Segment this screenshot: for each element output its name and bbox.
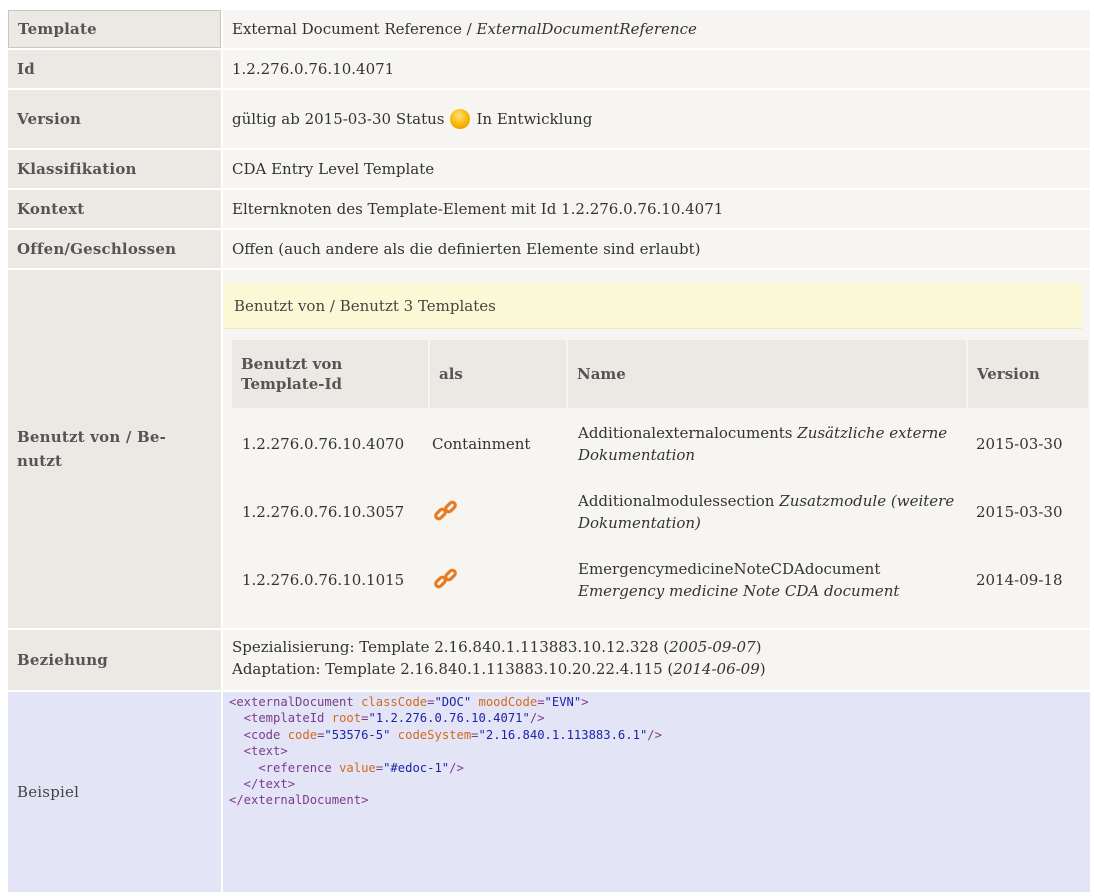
id-value: 1.2.276.0.76.10.4071 [223,50,1090,88]
row-klassifikation: Klassifikation CDA Entry Level Template [8,150,1090,188]
template-name-italic: ExternalDocumentReference [476,20,697,38]
beziehung-label: Beziehung [8,630,221,690]
col-header-version: Version [968,340,1088,408]
usedby-name-1[interactable]: Additionalexternalocuments Zusätzliche e… [578,412,958,476]
usedby-name-3-text: EmergencymedicineNoteCDAdocument [578,560,881,578]
usedby-version-1: 2015-03-30 [976,435,1063,453]
row-offen: Offen/Geschlossen Offen (auch andere als… [8,230,1090,268]
row-beispiel: Beispiel <externalDocument classCode="DO… [8,692,1090,892]
version-value: gültig ab 2015-03-30 Status In Entwicklu… [223,90,1090,148]
status-text: In Entwicklung [476,110,593,128]
id-label: Id [8,50,221,88]
usedby-name-2[interactable]: Additionalmodulessection Zusatzmodule (w… [578,480,958,544]
row-template: Template External Document Reference / E… [8,10,1090,48]
link-icon [434,568,457,589]
klassifikation-label: Klassifikation [8,150,221,188]
usedby-als-2 [432,480,460,544]
example-code-block: <externalDocument classCode="DOC" moodCo… [223,692,1090,892]
beziehung-value: Spezialisierung: Template 2.16.840.1.113… [223,630,1090,690]
kontext-value: Elternknoten des Template-Element mit Id… [223,190,1090,228]
kontext-label: Kontext [8,190,221,228]
benutzt-label-text: Benutzt von / Be-nutzt [17,428,167,470]
usedby-name-1-text: Additionalexternalocuments [578,424,793,442]
link-icon [434,500,457,521]
beispiel-label: Beispiel [8,692,221,892]
row-version: Version gültig ab 2015-03-30 Status In E… [8,90,1090,148]
col-header-name: Name [568,340,966,408]
template-name: External Document Reference / [232,20,477,38]
benutzt-label: Benutzt von / Be-nutzt [8,270,221,628]
relation-specialization[interactable]: Spezialisierung: Template 2.16.840.1.113… [232,636,1081,658]
usedby-id-1[interactable]: 1.2.276.0.76.10.4070 [242,412,404,476]
col-header-template-id: Benutzt von Template-Id [232,340,428,408]
template-label: Template [8,10,221,48]
row-beziehung: Beziehung Spezialisierung: Template 2.16… [8,630,1090,690]
usedby-name-2-text: Additionalmodulessection [578,492,775,510]
offen-label: Offen/Geschlossen [8,230,221,268]
usedby-version-2: 2015-03-30 [976,503,1063,521]
row-id: Id 1.2.276.0.76.10.4071 [8,50,1090,88]
usedby-name-3[interactable]: EmergencymedicineNoteCDAdocument Emergenc… [578,548,968,612]
relation-adaptation[interactable]: Adaptation: Template 2.16.840.1.113883.1… [232,658,1081,680]
template-value: External Document Reference / ExternalDo… [223,10,1090,48]
klassifikation-value: CDA Entry Level Template [223,150,1090,188]
usedby-als-1: Containment [432,435,531,453]
version-label: Version [8,90,221,148]
usedby-version-3: 2014-09-18 [976,571,1063,589]
row-kontext: Kontext Elternknoten des Template-Elemen… [8,190,1090,228]
usedby-id-3[interactable]: 1.2.276.0.76.10.1015 [242,548,404,612]
col-header-als: als [430,340,566,408]
usedby-name-3-italic: Emergency medicine Note CDA document [578,582,900,600]
usedby-id-2[interactable]: 1.2.276.0.76.10.3057 [242,480,404,544]
usedby-als-3 [432,548,460,612]
version-prefix: gültig ab 2015-03-30 Status [232,110,445,128]
usedby-header: Benutzt von / Benutzt 3 Templates [224,283,1082,329]
status-dot-icon [450,109,471,129]
offen-value: Offen (auch andere als die definierten E… [223,230,1090,268]
